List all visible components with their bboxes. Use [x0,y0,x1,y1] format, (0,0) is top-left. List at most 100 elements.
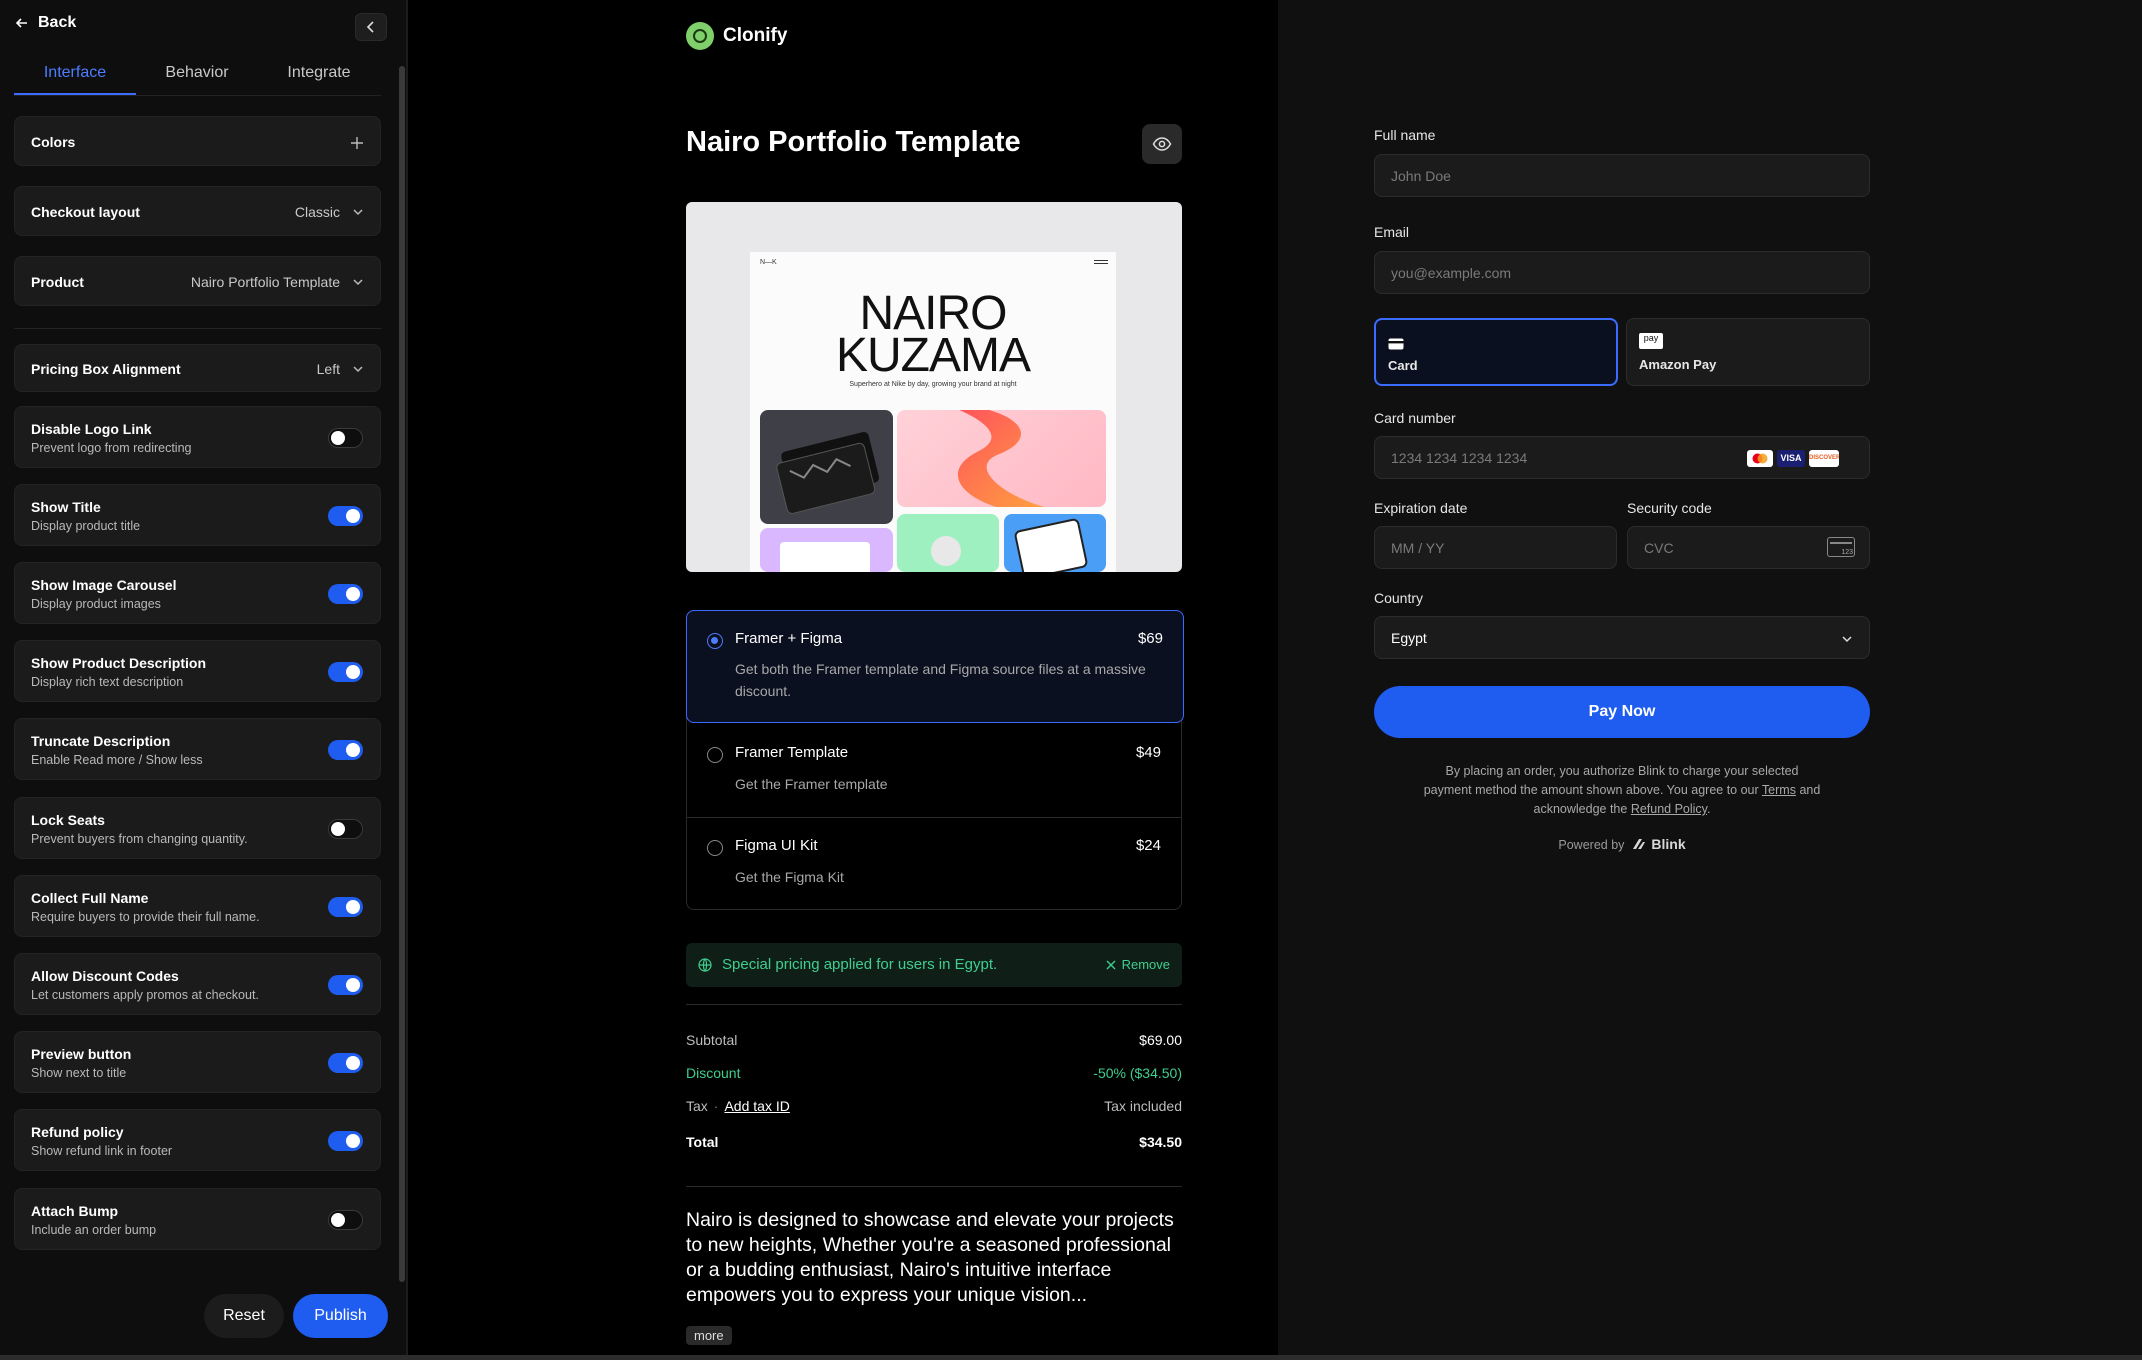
toggle-setting-description: Prevent buyers from changing quantity. [31,832,248,846]
toggle-switch[interactable] [328,1210,363,1230]
powered-by-brand: Blink [1651,836,1686,852]
toggle-knob [346,1056,360,1070]
toggle-setting-description: Display product images [31,597,161,611]
tab-integrate[interactable]: Integrate [258,58,380,95]
preview-button[interactable] [1142,124,1182,164]
chevron-down-icon [353,209,363,216]
tax-label: Tax · Add tax ID [686,1098,790,1114]
description-divider [686,1186,1182,1187]
country-value: Egypt [1391,630,1427,646]
product-label: Product [31,274,84,290]
amazon-pay-method-button[interactable]: pay Amazon Pay [1626,318,1870,386]
back-label: Back [38,14,77,31]
read-more-button[interactable]: more [686,1326,732,1345]
toggle-switch[interactable] [328,428,363,448]
abstract-shape-image [897,410,1106,507]
security-code-placeholder: CVC [1644,540,1674,556]
toggle-knob [331,431,345,445]
toggle-switch[interactable] [328,819,363,839]
toggle-setting-title: Collect Full Name [31,890,149,906]
powered-by-label: Powered by [1558,838,1625,852]
expiration-placeholder: MM / YY [1391,540,1445,556]
summary-divider [686,1004,1182,1005]
product-select[interactable]: Product Nairo Portfolio Template [14,256,381,306]
notice-text: Special pricing applied for users in Egy… [722,956,998,973]
toggle-knob [346,900,360,914]
preview-tagline: Superhero at Nike by day, growing your b… [849,381,1017,388]
tax-value: Tax included [1104,1098,1182,1114]
full-name-input[interactable]: John Doe [1374,154,1870,197]
product-description: Nairo is designed to showcase and elevat… [686,1209,1174,1306]
legal-text-1: By placing an order, you authorize Blink… [1423,764,1799,797]
close-icon [1106,960,1116,969]
collapse-sidebar-button[interactable] [355,13,387,41]
toggle-setting-title: Attach Bump [31,1203,119,1219]
toggle-switch[interactable] [328,975,363,995]
plus-icon[interactable] [350,136,364,150]
pay-now-button[interactable]: Pay Now [1374,686,1870,738]
radio-button[interactable] [707,840,723,856]
terms-link[interactable]: Terms [1762,783,1796,797]
country-select[interactable]: Egypt [1374,616,1870,659]
toggle-setting-title: Refund policy [31,1124,124,1140]
toggle-setting-row: Refund policy Show refund link in footer [14,1109,381,1171]
publish-button[interactable]: Publish [293,1294,388,1338]
radio-button[interactable] [707,633,723,649]
back-button[interactable]: Back [14,14,76,32]
toggle-switch[interactable] [328,1053,363,1073]
toggle-setting-description: Display rich text description [31,675,184,689]
checkout-layout-value: Classic [294,204,340,220]
tab-interface[interactable]: Interface [14,58,136,95]
expiration-input[interactable]: MM / YY [1374,526,1617,569]
add-tax-id-link[interactable]: Add tax ID [724,1098,789,1114]
brand[interactable]: Clonify [686,22,787,50]
toggle-setting-title: Truncate Description [31,733,171,749]
card-number-input[interactable]: 1234 1234 1234 1234 VISA DISCOVER [1374,436,1870,479]
refund-policy-link[interactable]: Refund Policy [1631,802,1707,816]
email-input[interactable]: you@example.com [1374,251,1870,294]
card-number-label: Card number [1374,410,1456,426]
toggle-switch[interactable] [328,584,363,604]
remove-label: Remove [1121,957,1170,972]
remove-pricing-button[interactable]: Remove [1106,957,1170,972]
sidebar-scrollbar[interactable] [399,66,405,1282]
product-image-carousel[interactable]: N—K NAIRO KUZAMA Superhero at Nike by da… [686,202,1182,572]
toggle-setting-row: Lock Seats Prevent buyers from changing q… [14,797,381,859]
toggle-setting-row: Show Product Description Display rich tex… [14,640,381,702]
colors-row[interactable]: Colors [14,116,381,166]
toggle-switch[interactable] [328,897,363,917]
preview-logo-text: N—K [760,259,777,266]
menu-icon [1094,260,1108,261]
toggle-switch[interactable] [328,740,363,760]
toggle-switch[interactable] [328,1131,363,1151]
colors-label: Colors [31,134,76,150]
chevron-left-icon [366,21,374,33]
product-preview-image: N—K NAIRO KUZAMA Superhero at Nike by da… [750,252,1116,572]
chevron-down-icon [353,366,363,373]
toggle-setting-row: Show Image Carousel Display product image… [14,562,381,624]
card-method-button[interactable]: Card [1374,318,1618,386]
reset-button[interactable]: Reset [204,1294,284,1338]
toggle-knob [346,743,360,757]
radio-button[interactable] [707,747,723,763]
toggle-setting-title: Preview button [31,1046,132,1062]
tab-behavior[interactable]: Behavior [136,58,258,95]
toggle-knob [346,587,360,601]
option-name: Framer + Figma [735,630,843,647]
toggle-setting-description: Let customers apply promos at checkout. [31,988,259,1002]
pricing-option[interactable]: Framer Template $49 Get the Framer templat… [687,725,1181,818]
pricing-alignment-select[interactable]: Pricing Box Alignment Left [14,344,381,392]
card-mockup-image [760,410,893,524]
toggle-switch[interactable] [328,662,363,682]
toggle-knob [346,1134,360,1148]
3d-object-image [897,514,999,572]
pricing-option[interactable]: Framer + Figma $69 Get both the Framer tem… [686,610,1184,723]
checkout-layout-select[interactable]: Checkout layout Classic [14,186,381,236]
toggle-setting-description: Display product title [31,519,141,533]
toggle-switch[interactable] [328,506,363,526]
security-code-input[interactable]: CVC 123 [1627,526,1870,569]
pricing-option[interactable]: Figma UI Kit $24 Get the Figma Kit [687,818,1181,910]
section-divider [14,328,381,329]
phone-mockup-image [1004,514,1106,572]
powered-by: Powered by Blink [1374,836,1870,852]
